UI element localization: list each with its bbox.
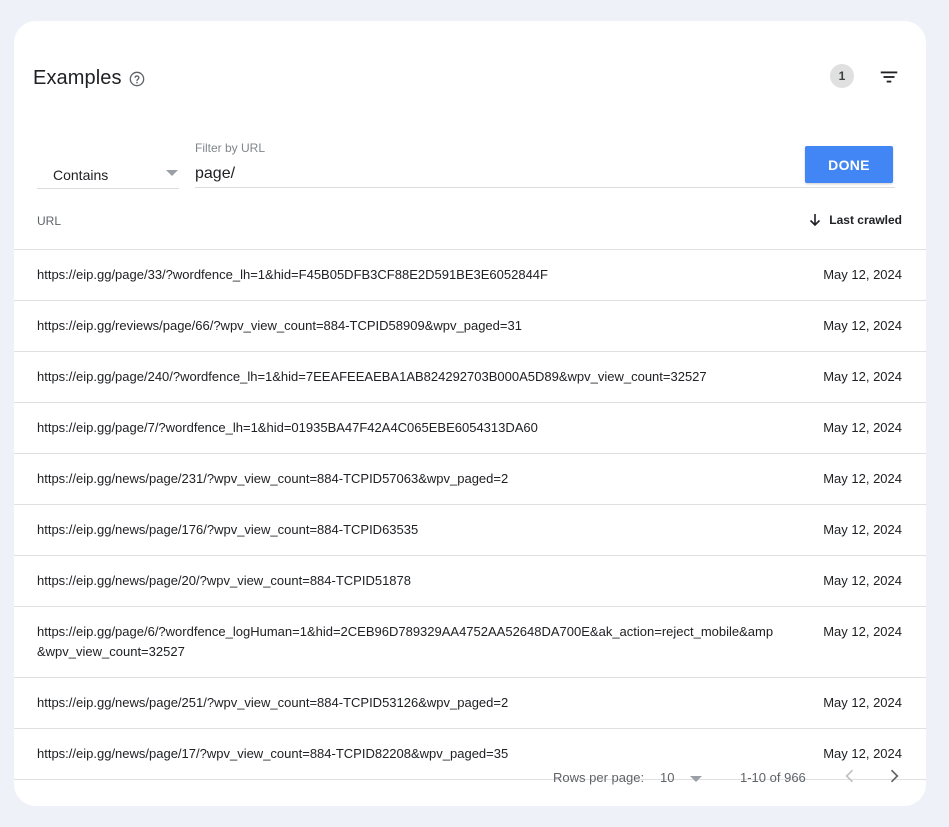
last-crawled-cell: May 12, 2024 xyxy=(823,471,902,486)
url-cell: https://eip.gg/news/page/20/?wpv_view_co… xyxy=(37,573,411,588)
pagination-footer: Rows per page: 10 1-10 of 966 xyxy=(14,751,926,801)
help-circle-icon[interactable] xyxy=(129,71,145,87)
last-crawled-label: Last crawled xyxy=(829,213,902,227)
done-button[interactable]: DONE xyxy=(805,146,893,183)
last-crawled-cell: May 12, 2024 xyxy=(823,420,902,435)
card-title: Examples xyxy=(33,67,122,89)
column-header-url[interactable]: URL xyxy=(37,214,61,228)
last-crawled-cell: May 12, 2024 xyxy=(823,318,902,333)
table-row[interactable]: https://eip.gg/reviews/page/66/?wpv_view… xyxy=(14,301,926,352)
last-crawled-cell: May 12, 2024 xyxy=(823,267,902,282)
filter-list-icon[interactable] xyxy=(878,66,900,88)
rows-per-page-value: 10 xyxy=(660,770,675,785)
table-row[interactable]: https://eip.gg/news/page/251/?wpv_view_c… xyxy=(14,678,926,729)
url-cell: https://eip.gg/page/240/?wordfence_lh=1&… xyxy=(37,369,707,384)
chevron-right-icon[interactable] xyxy=(884,766,904,786)
table-row[interactable]: https://eip.gg/page/6/?wordfence_logHuma… xyxy=(14,607,926,678)
url-filter-row: Contains Filter by URL DONE xyxy=(14,126,926,189)
chevron-left-icon[interactable] xyxy=(840,766,860,786)
url-filter-field: Filter by URL xyxy=(195,139,795,188)
dropdown-arrow-icon xyxy=(690,776,702,782)
last-crawled-cell: May 12, 2024 xyxy=(823,369,902,384)
column-header-last-crawled[interactable]: Last crawled xyxy=(809,213,902,227)
last-crawled-cell: May 12, 2024 xyxy=(823,573,902,588)
examples-card: Examples 1 Contains Filter by URL DONE U… xyxy=(14,21,926,806)
table-row[interactable]: https://eip.gg/news/page/176/?wpv_view_c… xyxy=(14,505,926,556)
url-cell: https://eip.gg/news/page/231/?wpv_view_c… xyxy=(37,471,509,486)
operator-select[interactable]: Contains xyxy=(37,162,179,189)
filter-count-badge: 1 xyxy=(830,64,854,88)
url-cell: https://eip.gg/reviews/page/66/?wpv_view… xyxy=(37,318,522,333)
url-cell: https://eip.gg/news/page/251/?wpv_view_c… xyxy=(37,695,509,710)
table-header: URL Last crawled xyxy=(14,191,926,250)
url-filter-label: Filter by URL xyxy=(195,141,266,155)
url-cell: https://eip.gg/news/page/176/?wpv_view_c… xyxy=(37,522,419,537)
pagination-range: 1-10 of 966 xyxy=(740,770,806,785)
last-crawled-cell: May 12, 2024 xyxy=(823,624,902,639)
operator-value: Contains xyxy=(53,167,109,183)
url-filter-input[interactable] xyxy=(195,161,795,187)
url-cell: https://eip.gg/page/7/?wordfence_lh=1&hi… xyxy=(37,420,538,435)
table-body: https://eip.gg/page/33/?wordfence_lh=1&h… xyxy=(14,250,926,780)
rows-per-page-select[interactable]: 10 xyxy=(660,765,708,789)
field-underline-tail xyxy=(795,187,895,188)
table-row[interactable]: https://eip.gg/page/240/?wordfence_lh=1&… xyxy=(14,352,926,403)
field-underline xyxy=(195,187,795,188)
last-crawled-cell: May 12, 2024 xyxy=(823,522,902,537)
rows-per-page-label: Rows per page: xyxy=(553,770,645,785)
table-row[interactable]: https://eip.gg/news/page/20/?wpv_view_co… xyxy=(14,556,926,607)
table-row[interactable]: https://eip.gg/page/33/?wordfence_lh=1&h… xyxy=(14,250,926,301)
url-cell: https://eip.gg/page/33/?wordfence_lh=1&h… xyxy=(37,267,548,282)
url-cell: https://eip.gg/page/6/?wordfence_logHuma… xyxy=(37,624,774,659)
examples-table: URL Last crawled https://eip.gg/page/33/… xyxy=(14,191,926,780)
dropdown-arrow-icon xyxy=(166,170,178,176)
arrow-down-icon xyxy=(810,214,821,227)
table-row[interactable]: https://eip.gg/news/page/231/?wpv_view_c… xyxy=(14,454,926,505)
table-row[interactable]: https://eip.gg/page/7/?wordfence_lh=1&hi… xyxy=(14,403,926,454)
last-crawled-cell: May 12, 2024 xyxy=(823,695,902,710)
